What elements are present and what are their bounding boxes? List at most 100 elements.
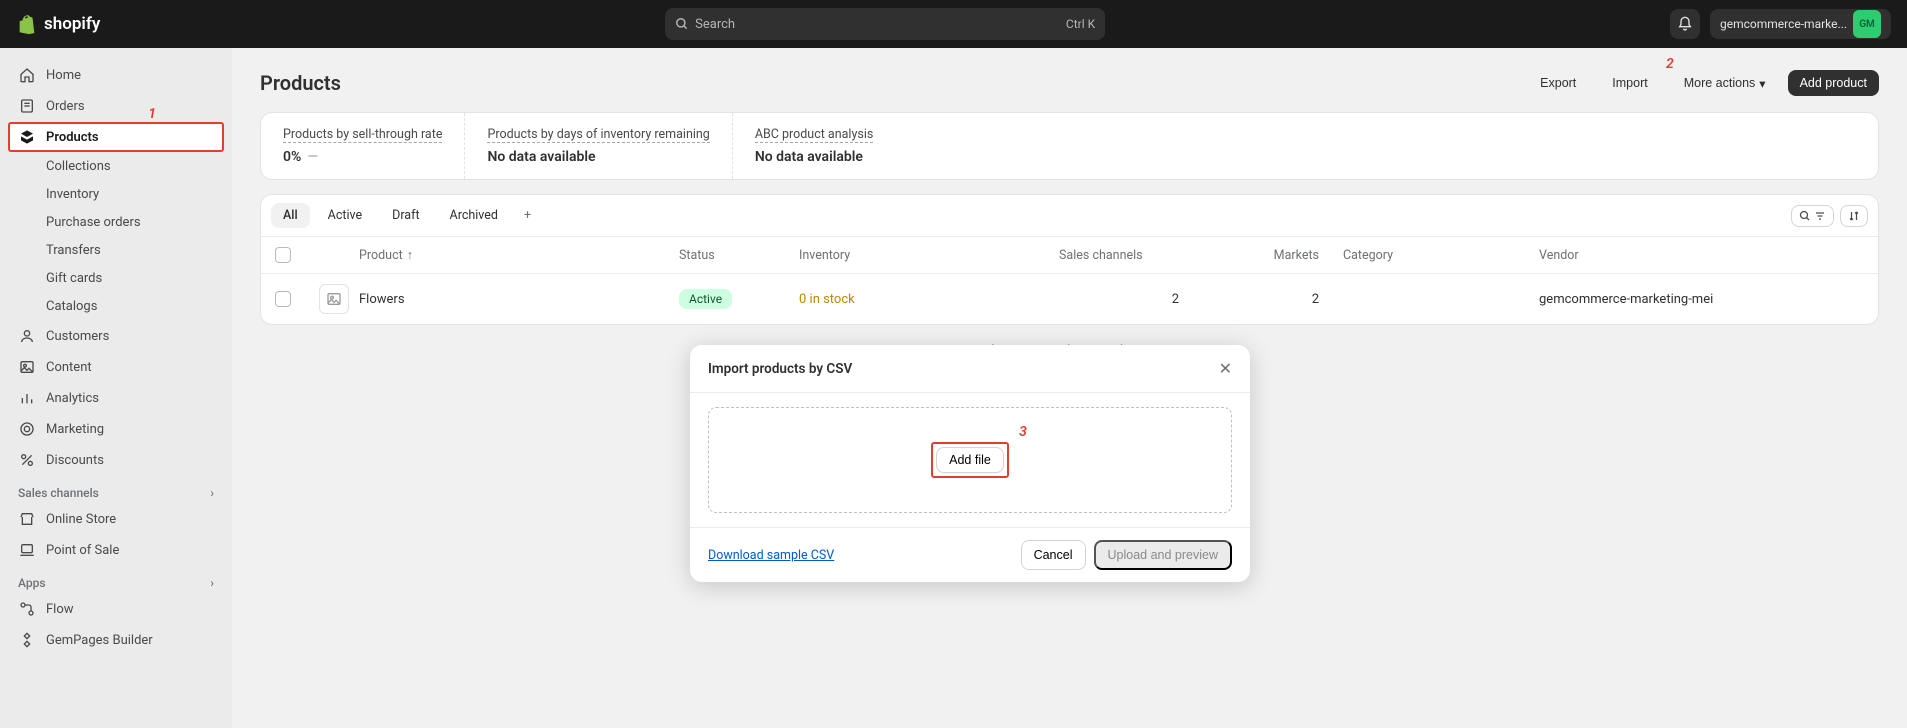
sidebar-item-collections[interactable]: Collections xyxy=(8,153,224,180)
analytics-icon xyxy=(18,389,36,407)
search-icon xyxy=(1799,210,1811,222)
customers-icon xyxy=(18,327,36,345)
sort-asc-icon: ↑ xyxy=(407,248,413,263)
sort-icon xyxy=(1848,210,1860,222)
content-icon xyxy=(18,358,36,376)
tabs-row: All Active Draft Archived + xyxy=(261,195,1878,236)
status-badge: Active xyxy=(679,289,732,309)
col-vendor[interactable]: Vendor xyxy=(1459,248,1864,263)
sidebar-item-analytics[interactable]: Analytics xyxy=(8,383,224,413)
shopify-icon xyxy=(16,13,38,35)
add-file-button[interactable]: Add file xyxy=(936,447,1004,473)
page-actions: Export 2 Import More actions ▾ Add produ… xyxy=(1528,68,1879,98)
sidebar-item-customers[interactable]: Customers xyxy=(8,321,224,351)
col-status[interactable]: Status xyxy=(679,248,799,263)
col-markets[interactable]: Markets xyxy=(1239,248,1319,263)
row-checkbox[interactable] xyxy=(275,291,291,307)
sidebar: Home Orders 1 Products Collections Inven… xyxy=(0,48,232,728)
col-inventory[interactable]: Inventory xyxy=(799,248,1059,263)
cell-product: Flowers xyxy=(359,292,679,307)
close-icon[interactable]: ✕ xyxy=(1219,359,1232,378)
col-sales[interactable]: Sales channels xyxy=(1059,248,1239,263)
chevron-right-icon[interactable]: › xyxy=(210,576,214,590)
sidebar-item-discounts[interactable]: Discounts xyxy=(8,445,224,475)
cell-vendor: gemcommerce-marketing-mei xyxy=(1459,292,1864,307)
store-icon xyxy=(18,510,36,528)
store-name: gemcommerce-marke... xyxy=(1720,17,1847,31)
sidebar-item-inventory[interactable]: Inventory xyxy=(8,181,224,208)
search-kbd-hint: Ctrl K xyxy=(1066,17,1095,31)
annotation-1: 1 xyxy=(148,106,156,122)
chevron-down-icon: ▾ xyxy=(1759,76,1765,91)
flow-icon xyxy=(18,600,36,618)
import-button[interactable]: Import xyxy=(1598,68,1661,98)
stat-sell-through[interactable]: Products by sell-through rate 0%— xyxy=(261,113,465,179)
select-all-checkbox[interactable] xyxy=(275,247,291,263)
avatar: GM xyxy=(1853,10,1881,38)
sidebar-item-purchase-orders[interactable]: Purchase orders xyxy=(8,209,224,236)
annotation-2: 2 xyxy=(1666,56,1674,72)
tab-active[interactable]: Active xyxy=(316,203,374,228)
annotation-3: 3 xyxy=(1019,424,1027,440)
more-actions-button[interactable]: More actions ▾ xyxy=(1672,70,1778,97)
stat-abc[interactable]: ABC product analysis No data available xyxy=(733,113,896,179)
sidebar-item-gift-cards[interactable]: Gift cards xyxy=(8,265,224,292)
sidebar-item-home[interactable]: Home xyxy=(8,60,224,90)
sidebar-item-content[interactable]: Content xyxy=(8,352,224,382)
sidebar-label: Orders xyxy=(46,99,85,114)
sidebar-item-marketing[interactable]: Marketing xyxy=(8,414,224,444)
sidebar-label: Home xyxy=(46,68,81,83)
sidebar-item-pos[interactable]: Point of Sale xyxy=(8,535,224,565)
sidebar-item-transfers[interactable]: Transfers xyxy=(8,237,224,264)
sidebar-item-catalogs[interactable]: Catalogs xyxy=(8,293,224,320)
table-header: Product ↑ Status Inventory Sales channel… xyxy=(261,236,1878,274)
filter-icon xyxy=(1814,210,1826,222)
sidebar-section-apps: Apps › xyxy=(8,566,224,594)
stat-inventory-days[interactable]: Products by days of inventory remaining … xyxy=(465,113,732,179)
orders-icon xyxy=(18,97,36,115)
modal-footer: Download sample CSV Cancel Upload and pr… xyxy=(690,527,1250,582)
upload-preview-button[interactable]: Upload and preview xyxy=(1094,540,1233,570)
chevron-right-icon[interactable]: › xyxy=(210,486,214,500)
sidebar-item-products[interactable]: Products xyxy=(8,122,224,152)
sidebar-item-flow[interactable]: Flow xyxy=(8,594,224,624)
tab-draft[interactable]: Draft xyxy=(380,203,431,228)
modal-header: Import products by CSV ✕ xyxy=(690,345,1250,393)
search-filter-button[interactable] xyxy=(1791,205,1834,227)
notifications-button[interactable] xyxy=(1670,9,1700,39)
tab-add[interactable]: + xyxy=(516,204,539,227)
table-row[interactable]: Flowers Active 0 in stock 2 2 gemcommerc… xyxy=(261,274,1878,324)
col-product[interactable]: Product ↑ xyxy=(359,248,679,263)
sidebar-section-sales: Sales channels › xyxy=(8,476,224,504)
stats-card: Products by sell-through rate 0%— Produc… xyxy=(260,112,1879,180)
pos-icon xyxy=(18,541,36,559)
sort-button[interactable] xyxy=(1840,205,1868,227)
modal-title: Import products by CSV xyxy=(708,361,852,377)
marketing-icon xyxy=(18,420,36,438)
sidebar-item-orders[interactable]: Orders xyxy=(8,91,224,121)
cell-inventory: 0 in stock xyxy=(799,292,1059,307)
cancel-button[interactable]: Cancel xyxy=(1021,540,1086,570)
sidebar-item-gempages[interactable]: GemPages Builder xyxy=(8,625,224,655)
discounts-icon xyxy=(18,451,36,469)
file-dropzone[interactable]: 3 Add file xyxy=(708,407,1232,513)
brand-logo[interactable]: shopify xyxy=(16,13,100,35)
topbar-right: gemcommerce-marke... GM xyxy=(1670,9,1891,39)
col-category[interactable]: Category xyxy=(1319,248,1459,263)
tab-archived[interactable]: Archived xyxy=(438,203,510,228)
products-table: All Active Draft Archived + xyxy=(260,194,1879,325)
add-product-button[interactable]: Add product xyxy=(1788,70,1879,96)
image-icon xyxy=(326,291,342,307)
tab-all[interactable]: All xyxy=(271,203,310,228)
cell-markets: 2 xyxy=(1239,292,1319,307)
search-placeholder: Search xyxy=(695,17,1066,32)
product-thumbnail xyxy=(319,284,349,314)
export-button[interactable]: Export xyxy=(1528,70,1588,96)
store-switcher[interactable]: gemcommerce-marke... GM xyxy=(1710,9,1891,39)
sidebar-item-online-store[interactable]: Online Store xyxy=(8,504,224,534)
download-sample-link[interactable]: Download sample CSV xyxy=(708,548,834,563)
brand-text: shopify xyxy=(44,14,100,34)
gempages-icon xyxy=(18,631,36,649)
search-input[interactable]: Search Ctrl K xyxy=(665,8,1105,40)
page-header: Products Export 2 Import More actions ▾ … xyxy=(260,68,1879,98)
